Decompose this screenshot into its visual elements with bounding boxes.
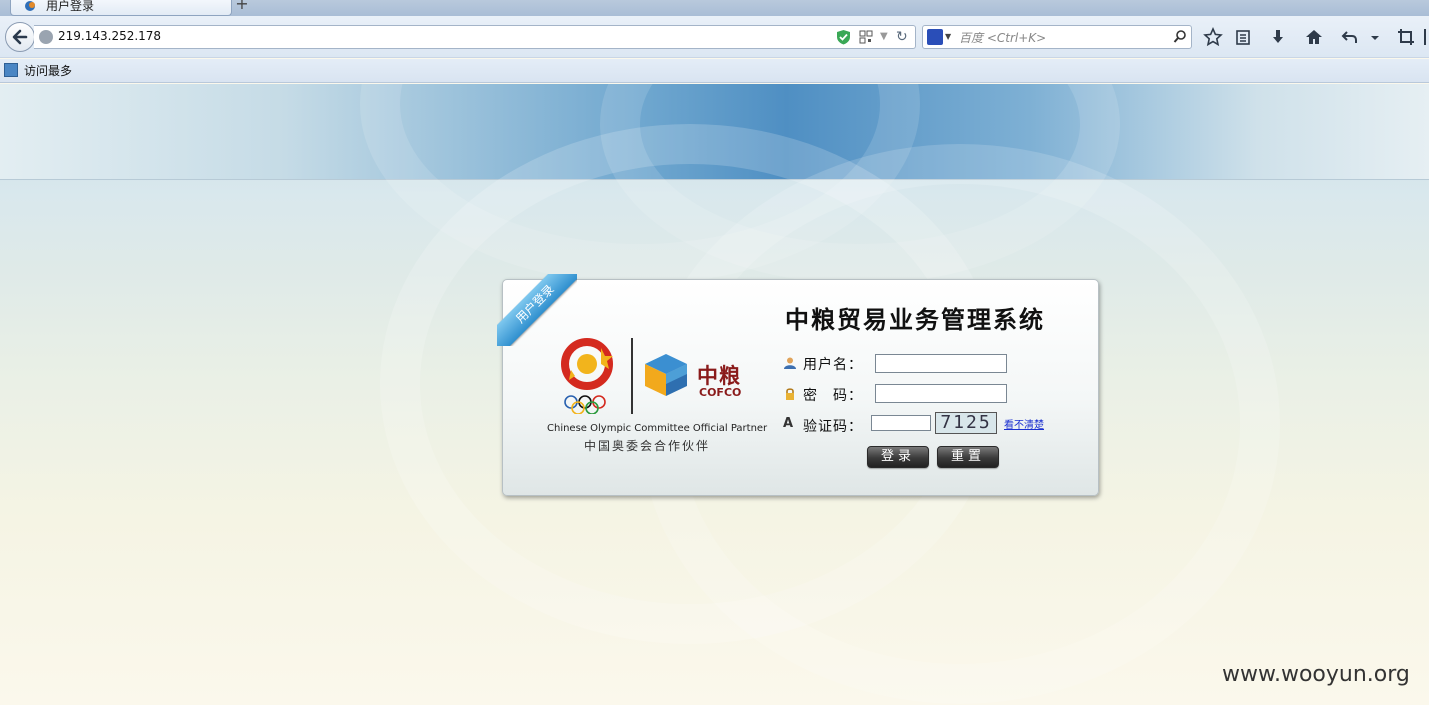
username-label: 用户名：	[803, 357, 863, 373]
new-tab-button[interactable]: +	[233, 0, 251, 12]
partner-english-text: Chinese Olympic Committee Official Partn…	[547, 423, 768, 434]
letter-a-icon: A	[783, 416, 794, 431]
url-bar[interactable]: 219.143.252.178 ▼ ↻	[34, 25, 916, 49]
bookmark-folder-icon[interactable]	[4, 63, 18, 77]
bookmarks-toolbar: 访问最多	[0, 59, 1429, 83]
undo-icon[interactable]	[1340, 27, 1360, 47]
user-icon	[784, 357, 796, 369]
search-bar[interactable]: ▼ 百度 <Ctrl+K>	[922, 25, 1192, 49]
engine-dropdown-icon[interactable]: ▼	[945, 29, 953, 45]
star-icon[interactable]	[1203, 27, 1223, 47]
reload-icon[interactable]: ↻	[896, 29, 910, 45]
watermark: www.wooyun.org	[1222, 662, 1410, 687]
globe-icon	[39, 30, 53, 44]
captcha-image[interactable]: 7125	[935, 412, 997, 434]
cofco-english-logo: COFCO	[699, 386, 742, 399]
dropdown-arrow-icon[interactable]	[1368, 27, 1382, 47]
system-title: 中粮贸易业务管理系统	[785, 306, 1045, 334]
olympic-emblem-icon	[561, 338, 613, 414]
favicon-icon	[25, 1, 35, 11]
reset-button[interactable]: 重置	[937, 446, 999, 468]
crop-icon[interactable]	[1396, 27, 1416, 47]
lock-icon	[786, 388, 794, 400]
captcha-label: 验证码：	[803, 419, 863, 435]
captcha-row: A 验证码： 7125 看不清楚	[783, 412, 1083, 437]
overflow-icon[interactable]	[1424, 29, 1429, 45]
username-row: 用户名：	[783, 353, 1083, 375]
login-button[interactable]: 登录	[867, 446, 929, 468]
password-input[interactable]	[875, 384, 1007, 403]
search-icon[interactable]	[1173, 29, 1187, 45]
password-row: 密 码：	[783, 384, 1083, 406]
partner-chinese-text: 中国奥委会合作伙伴	[583, 439, 710, 453]
qr-code-icon[interactable]	[859, 30, 873, 44]
back-arrow-icon	[12, 29, 28, 45]
page-viewport: 用户登录 中粮 COFCO Chinese Olympic Committee …	[0, 84, 1429, 705]
cofco-cube-icon	[645, 354, 687, 396]
tab-strip: 用户登录 +	[0, 0, 1429, 16]
captcha-input[interactable]	[871, 415, 931, 431]
logo-divider	[631, 338, 633, 414]
password-label: 密 码：	[803, 388, 863, 404]
tab-user-login[interactable]: 用户登录	[10, 0, 232, 16]
dropdown-arrow-icon[interactable]: ▼	[880, 30, 892, 44]
baidu-paw-icon[interactable]	[927, 29, 943, 45]
username-input[interactable]	[875, 354, 1007, 373]
back-button[interactable]	[5, 22, 35, 52]
login-panel: 用户登录 中粮 COFCO Chinese Olympic Committee …	[497, 274, 1099, 496]
shield-icon[interactable]	[836, 29, 851, 45]
search-placeholder[interactable]: 百度 <Ctrl+K>	[959, 29, 1046, 46]
home-icon[interactable]	[1304, 27, 1324, 47]
url-text[interactable]: 219.143.252.178	[58, 29, 161, 43]
tab-title: 用户登录	[46, 0, 95, 13]
captcha-refresh-link[interactable]: 看不清楚	[1004, 416, 1044, 431]
bookmark-most-visited[interactable]: 访问最多	[24, 62, 72, 79]
logo-area: 中粮 COFCO Chinese Olympic Committee Offic…	[547, 336, 768, 453]
download-icon[interactable]	[1268, 27, 1288, 47]
reading-list-icon[interactable]	[1233, 27, 1253, 47]
